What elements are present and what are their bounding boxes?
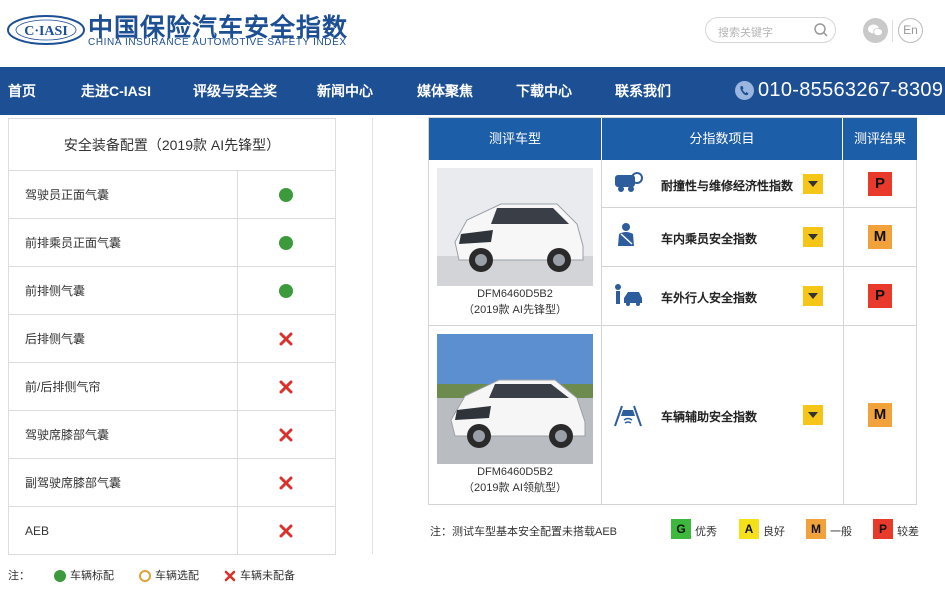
nav-item-contact[interactable]: 联系我们	[615, 67, 671, 115]
equipment-table: 安全装备配置（2019款 AI先锋型） 驾驶员正面气囊 前排乘员正面气囊 前排侧…	[8, 118, 336, 555]
search-icon[interactable]	[813, 22, 829, 38]
equipment-label: AEB	[25, 524, 50, 538]
index-label: 车内乘员安全指数	[661, 232, 758, 246]
search-placeholder: 搜索关键字	[718, 27, 773, 39]
equipment-row: 前排侧气囊	[8, 267, 336, 315]
standard-dot-icon	[279, 284, 293, 298]
index-dropdown-button[interactable]	[803, 227, 823, 247]
index-dropdown-button[interactable]	[803, 405, 823, 425]
nav-item-news[interactable]: 新闻中心	[317, 67, 373, 115]
equipment-label: 后排侧气囊	[25, 332, 86, 346]
legend-prefix: 注：	[8, 570, 30, 582]
legend-none: 车辆未配备	[240, 570, 295, 582]
grade-legend-badge: A	[739, 519, 759, 539]
not-equipped-x-icon	[279, 428, 293, 442]
car-code: DFM6460D5B2	[477, 288, 553, 300]
grade-badge: M	[868, 225, 892, 249]
equipment-row: 前/后排侧气帘	[8, 363, 336, 411]
optional-dot-icon	[139, 570, 151, 582]
index-label: 车辆辅助安全指数	[661, 410, 758, 424]
not-equipped-x-icon	[224, 570, 236, 582]
equipment-row: 驾驶席膝部气囊	[8, 411, 336, 459]
occupant-icon	[618, 223, 634, 246]
grade-legend-badge: M	[806, 519, 826, 539]
phone-icon	[735, 81, 754, 100]
equipment-label: 驾驶席膝部气囊	[25, 428, 110, 442]
header-model: 测评车型	[429, 118, 601, 160]
standard-dot-icon	[279, 188, 293, 202]
grade-legend-label: 优秀	[695, 526, 717, 538]
car-photo-ai-navigator	[437, 334, 593, 464]
index-dropdown-button[interactable]	[803, 174, 823, 194]
equipment-label: 前排乘员正面气囊	[25, 236, 122, 250]
header-divider	[892, 20, 893, 42]
grade-legend-badge: P	[873, 519, 893, 539]
index-dropdown-button[interactable]	[803, 286, 823, 306]
not-equipped-x-icon	[279, 380, 293, 394]
brand-title-en: CHINA INSURANCE AUTOMOTIVE SAFETY INDEX	[88, 37, 347, 48]
results-table: 测评车型 分指数项目 测评结果 DFM6460D5B2 （2019款 AI先锋型…	[428, 117, 917, 505]
header-index: 分指数项目	[602, 118, 842, 160]
grade-legend-label: 一般	[830, 526, 852, 538]
equipment-row: 后排侧气囊	[8, 315, 336, 363]
equipment-row: 副驾驶席膝部气囊	[8, 459, 336, 507]
grade-badge: M	[868, 403, 892, 427]
crash-repair-icon	[615, 172, 643, 192]
equipment-row: AEB	[8, 507, 336, 555]
wechat-icon[interactable]	[863, 18, 888, 43]
equipment-label: 前排侧气囊	[25, 284, 86, 298]
equipment-label: 驾驶员正面气囊	[25, 188, 110, 202]
nav-item-media[interactable]: 媒体聚焦	[417, 67, 473, 115]
car-trim: （2019款 AI领航型）	[463, 482, 567, 494]
panel-divider	[372, 118, 373, 554]
grade-legend-label: 良好	[763, 526, 785, 538]
standard-dot-icon	[54, 570, 66, 582]
equipment-label: 副驾驶席膝部气囊	[25, 476, 122, 490]
car-trim: （2019款 AI先锋型）	[463, 304, 567, 316]
car-code: DFM6460D5B2	[477, 466, 553, 478]
ciasi-logo[interactable]: C·IASI	[6, 13, 86, 47]
legend-standard: 车辆标配	[70, 570, 114, 582]
header-result: 测评结果	[843, 118, 917, 160]
phone-text: 010-85563267-8309	[758, 79, 944, 101]
not-equipped-x-icon	[279, 524, 293, 538]
aeb-note: 注：测试车型基本安全配置未搭载AEB	[430, 526, 618, 538]
grade-badge: P	[868, 284, 892, 308]
language-switch[interactable]: En	[898, 18, 923, 43]
search-input[interactable]: 搜索关键字	[705, 17, 836, 43]
equipment-row: 驾驶员正面气囊	[8, 171, 336, 219]
not-equipped-x-icon	[279, 476, 293, 490]
legend-optional: 车辆选配	[155, 570, 199, 582]
equipment-row: 前排乘员正面气囊	[8, 219, 336, 267]
site-header: C·IASI 中国保险汽车安全指数 CHINA INSURANCE AUTOMO…	[0, 0, 945, 67]
index-label: 耐撞性与维修经济性指数	[661, 179, 794, 193]
index-label: 车外行人安全指数	[661, 291, 758, 305]
nav-item-about[interactable]: 走进C-IASI	[81, 67, 151, 115]
grade-legend-label: 较差	[897, 526, 919, 538]
equipment-title: 安全装备配置（2019款 AI先锋型）	[8, 118, 336, 171]
not-equipped-x-icon	[279, 332, 293, 346]
nav-item-ratings[interactable]: 评级与安全奖	[193, 67, 277, 115]
nav-item-downloads[interactable]: 下载中心	[516, 67, 572, 115]
nav-item-home[interactable]: 首页	[8, 67, 36, 115]
car-photo-ai-pioneer	[437, 168, 593, 286]
main-nav: 首页 走进C-IASI 评级与安全奖 新闻中心 媒体聚焦 下载中心 联系我们 0…	[0, 67, 945, 115]
standard-dot-icon	[279, 236, 293, 250]
assist-icon	[614, 405, 642, 427]
pedestrian-icon	[615, 284, 642, 306]
grade-badge: P	[868, 172, 892, 196]
logo-text: C·IASI	[24, 24, 68, 39]
grade-legend-badge: G	[671, 519, 691, 539]
equipment-label: 前/后排侧气帘	[25, 380, 101, 394]
